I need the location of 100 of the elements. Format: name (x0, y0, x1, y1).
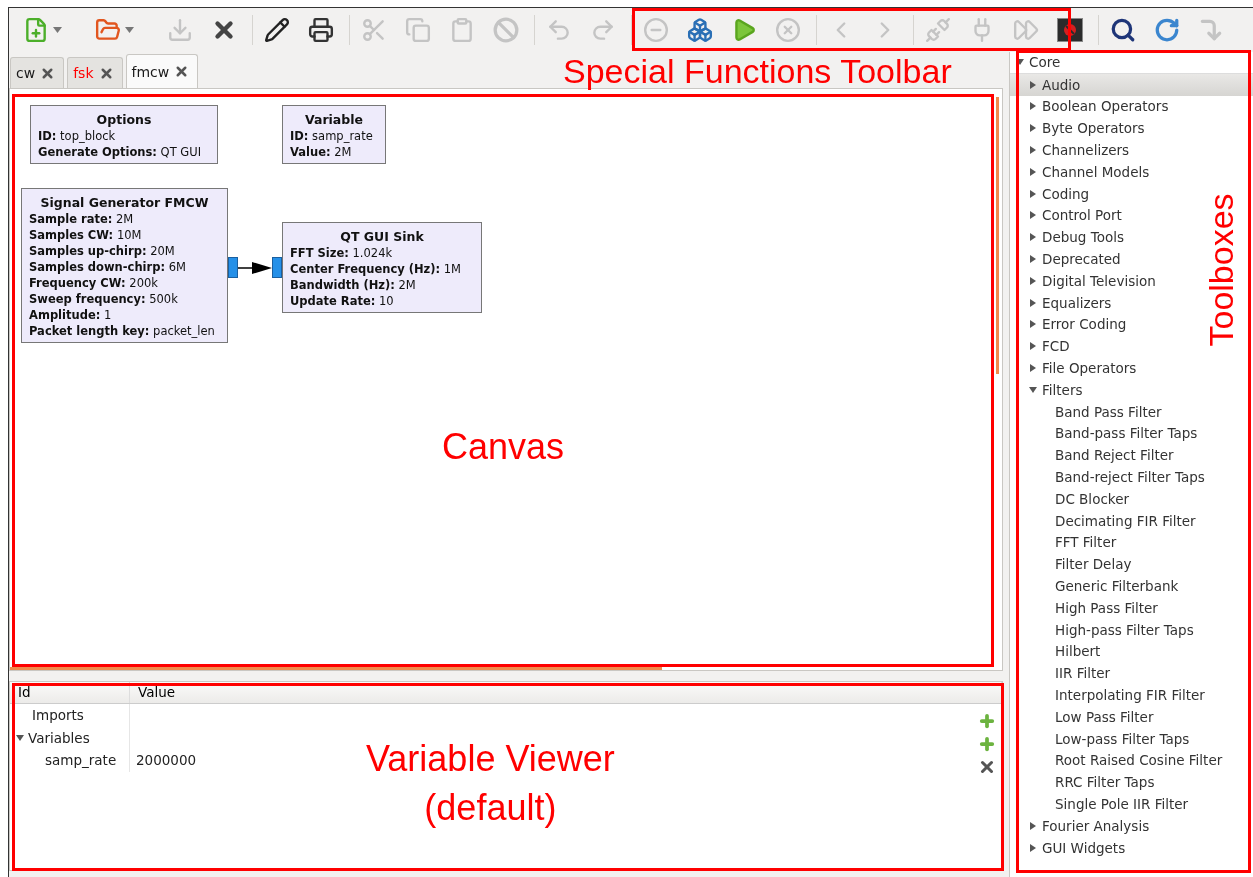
flowgraph-tab[interactable]: fmcw (125, 54, 199, 88)
add-button[interactable] (978, 735, 996, 753)
block-parameter: Packet length key: packet_len (29, 323, 216, 339)
toolbox-item[interactable]: Band Reject Filter (1010, 444, 1178, 467)
save-icon (167, 17, 193, 43)
toolbox-item[interactable]: DC Blocker (1010, 487, 1133, 510)
toolbox-item[interactable]: Deprecated (1010, 248, 1125, 270)
annotation-label: Variable Viewer (366, 737, 615, 781)
block-parameter: Samples down-chirp: 6M (29, 259, 187, 275)
expand-triangle-icon[interactable] (1029, 233, 1037, 242)
block-title: Variable (304, 112, 364, 128)
remove-button[interactable] (978, 758, 996, 776)
flowgraph-block[interactable]: Signal Generator FMCW Sample rate: 2M Samples CW: 10M Samples up-chirp: 20M Samples down-chirp: 6M Frequency CW: 200k Sweep frequency: 500k Amplitude: 1 Packet length key: packet_len (21, 188, 228, 343)
toolbox-item[interactable]: IIR Filter (1010, 662, 1115, 685)
expand-triangle-icon[interactable] (1029, 843, 1037, 852)
toolbox-item[interactable]: Band-reject Filter Taps (1010, 466, 1209, 488)
input-port[interactable] (272, 257, 282, 278)
annotation-label: Special Functions Toolbar (563, 51, 952, 92)
toolbox-item[interactable]: Band-pass Filter Taps (1010, 422, 1202, 445)
toolbox-item[interactable]: Channelizers (1010, 139, 1134, 161)
collapse-triangle-icon[interactable] (1016, 58, 1024, 67)
flowgraph-block[interactable]: Variable ID: samp_rate Value: 2M (282, 105, 386, 164)
block-title: Signal Generator FMCW (39, 195, 210, 211)
block-parameter: ID: samp_rate (290, 128, 374, 144)
toolbox-item[interactable]: Single Pole IIR Filter (1010, 793, 1193, 815)
expand-triangle-icon[interactable] (1029, 167, 1037, 176)
expand-triangle-icon[interactable] (1029, 298, 1037, 307)
toolbox-item[interactable]: Fourier Analysis (1010, 814, 1154, 837)
expand-triangle-icon[interactable] (1029, 102, 1037, 111)
expand-triangle-icon[interactable] (1029, 821, 1037, 830)
expand-triangle-icon[interactable] (1029, 276, 1037, 285)
kill-icon (1057, 18, 1083, 42)
column-header[interactable]: Value (130, 682, 1002, 703)
toolbox-item[interactable]: Low Pass Filter (1010, 705, 1158, 728)
block-parameter: ID: top_block (38, 128, 117, 144)
rotate-arrow-icon (1198, 17, 1224, 43)
delete-icon (493, 17, 519, 43)
annotation-label: Toolboxes (1200, 193, 1241, 347)
expand-triangle-icon[interactable] (1029, 189, 1037, 198)
expand-triangle-icon[interactable] (1029, 342, 1037, 351)
expand-triangle-icon[interactable] (1029, 364, 1037, 373)
expand-triangle-icon[interactable] (1029, 124, 1037, 133)
toolbox-item[interactable]: Hilbert (1010, 640, 1105, 663)
copy-icon (405, 17, 431, 43)
clipboard-icon (449, 17, 475, 43)
toolbox-item[interactable]: High-pass Filter Taps (1010, 618, 1198, 641)
toolbox-item[interactable]: Decimating FIR Filter (1010, 509, 1200, 532)
block-parameter: Update Rate: 10 (290, 293, 395, 309)
flowgraph-tab[interactable]: cw (10, 57, 65, 88)
annotation-label: (default) (423, 785, 558, 830)
toolbox-item[interactable]: RRC Filter Taps (1010, 771, 1159, 794)
flowgraph-block[interactable]: QT GUI Sink FFT Size: 1.024k Center Frequency (Hz): 1M Bandwidth (Hz): 2M Update Rate: 10 (282, 222, 482, 313)
add-button[interactable] (978, 712, 996, 730)
toolbox-item[interactable]: Channel Models (1010, 161, 1154, 183)
toolbox-item[interactable]: Root Raised Cosine Filter (1010, 749, 1227, 772)
toolbox-item[interactable]: Control Port (1010, 204, 1126, 227)
toolbox-item[interactable]: GUI Widgets (1010, 836, 1130, 859)
column-header[interactable]: Id (10, 682, 130, 703)
collapse-triangle-icon[interactable] (1029, 385, 1037, 394)
scissors-icon (361, 17, 387, 43)
block-parameter: FFT Size: 1.024k (290, 245, 394, 261)
toolbox-item[interactable]: Generic Filterbank (1010, 575, 1183, 597)
variable-value: 2000000 (136, 752, 197, 769)
annotation-label: Canvas (442, 425, 565, 469)
toolbox-item[interactable]: Coding (1010, 182, 1094, 205)
collapse-triangle-icon[interactable] (16, 733, 24, 742)
block-parameter: Sample rate: 2M (29, 211, 135, 227)
toolbox-item[interactable]: Low-pass Filter Taps (1010, 727, 1194, 750)
toolbox-item[interactable]: Debug Tools (1010, 226, 1128, 249)
toolbox-item[interactable]: Filter Delay (1010, 553, 1136, 576)
toolbox-item[interactable]: Error Coding (1010, 313, 1131, 336)
expand-triangle-icon[interactable] (1029, 146, 1037, 155)
new-file-icon (23, 17, 49, 43)
folder-icon (95, 17, 121, 43)
toolbox-item[interactable]: Byte Operators (1010, 117, 1149, 140)
toolbox-item[interactable]: Boolean Operators (1010, 95, 1173, 118)
toolbox-item[interactable]: File Operators (1010, 357, 1141, 379)
expand-triangle-icon[interactable] (1029, 320, 1037, 329)
pencil-icon (264, 17, 290, 43)
expand-triangle-icon[interactable] (1029, 211, 1037, 220)
toolbox-item[interactable]: Filters (1010, 378, 1087, 401)
block-parameter: Generate Options: QT GUI (38, 144, 203, 160)
block-parameter: Sweep frequency: 500k (29, 291, 179, 307)
block-title: Options (95, 112, 153, 128)
block-parameter: Amplitude: 1 (29, 307, 113, 323)
expand-triangle-icon[interactable] (1029, 255, 1037, 264)
block-title: QT GUI Sink (339, 229, 425, 245)
toolbox-item[interactable]: Equalizers (1010, 291, 1116, 314)
toolbox-item[interactable]: Band Pass Filter (1010, 400, 1166, 423)
search-icon (1110, 17, 1136, 43)
toolbox-item[interactable]: FCD (1010, 335, 1074, 358)
toolbox-item[interactable]: Interpolating FIR Filter (1010, 684, 1209, 706)
variable-id: Variables (28, 729, 90, 746)
toolbox-item[interactable]: High Pass Filter (1010, 596, 1162, 619)
block-parameter: Samples CW: 10M (29, 227, 143, 243)
toolbox-item[interactable]: Digital Television (1010, 269, 1160, 292)
toolbox-item[interactable]: FFT Filter (1010, 531, 1121, 554)
toolbox-item[interactable]: Core (1010, 52, 1253, 74)
expand-triangle-icon[interactable] (1029, 80, 1037, 89)
flowgraph-block[interactable]: Options ID: top_block Generate Options: QT GUI (30, 105, 218, 164)
